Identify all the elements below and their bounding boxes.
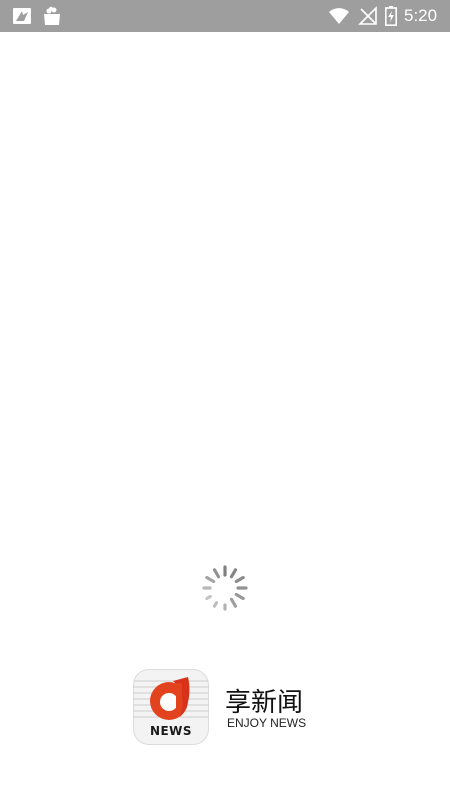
spinner-icon [200, 563, 250, 613]
status-bar: 5:20 [0, 0, 450, 32]
app-title: 享新闻 [225, 688, 304, 718]
shopping-bag-icon [42, 6, 62, 26]
splash-screen: 5:20 NEWS 享新闻 ENJOY NEWS [0, 0, 450, 800]
wifi-icon [328, 6, 350, 26]
brand-block: NEWS 享新闻 ENJOY NEWS [133, 669, 323, 749]
app-subtitle: ENJOY NEWS [227, 716, 307, 730]
battery-charging-icon [385, 6, 397, 26]
system-notification-icon [12, 6, 32, 26]
logo-news-text: NEWS [149, 724, 193, 738]
app-logo: NEWS [133, 669, 209, 745]
status-time: 5:20 [404, 6, 438, 25]
no-signal-icon [358, 6, 378, 26]
